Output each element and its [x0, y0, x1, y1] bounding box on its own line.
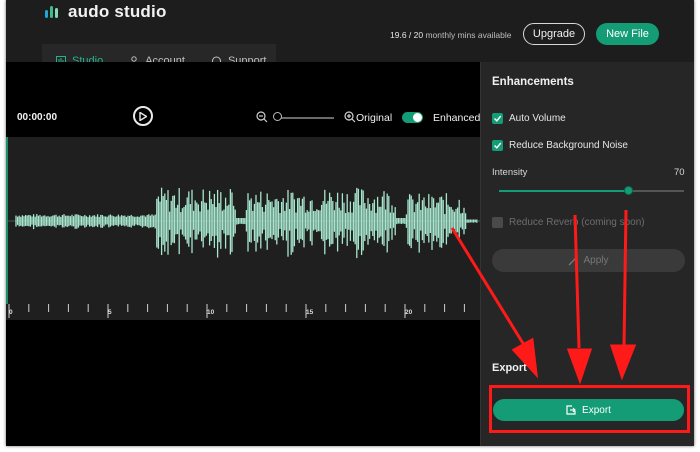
usage-indicator: 19.6 / 20 monthly mins available	[390, 30, 511, 40]
logo-bars-icon	[45, 6, 58, 18]
app-window: audo studio 19.6 / 20 monthly mins avail…	[6, 0, 694, 446]
transport-bar: 00:00:00 Original Enhanced	[6, 62, 480, 137]
tick-label: 15	[306, 309, 314, 316]
check-icon	[494, 142, 502, 149]
reduce-reverb-label: Reduce Reverb (coming soon)	[509, 217, 645, 228]
tick-label: 20	[405, 309, 413, 316]
magic-wand-icon	[569, 256, 578, 265]
usage-value: 19.6 / 20	[390, 30, 424, 40]
new-file-button[interactable]: New File	[596, 23, 659, 45]
auto-volume-label: Auto Volume	[509, 113, 566, 124]
intensity-slider-handle[interactable]	[623, 186, 633, 195]
auto-volume-checkbox[interactable]	[492, 113, 503, 124]
apply-button: Apply	[492, 249, 685, 272]
playhead-cursor[interactable]	[6, 137, 8, 304]
tick-label: 5	[108, 309, 112, 316]
usage-text: monthly mins available	[425, 30, 512, 40]
intensity-slider-fill	[499, 190, 629, 192]
apply-label: Apply	[583, 255, 609, 266]
play-button[interactable]	[133, 106, 153, 126]
original-label[interactable]: Original	[356, 112, 392, 124]
export-title: Export	[492, 362, 527, 374]
waveform-panel[interactable]	[6, 137, 480, 304]
zoom-slider-handle[interactable]	[273, 112, 282, 121]
enhancements-title: Enhancements	[492, 76, 574, 88]
upgrade-button[interactable]: Upgrade	[523, 23, 585, 45]
editor-area: 00:00:00 Original Enhanced 0 5 10 15 20	[6, 62, 480, 446]
app-logo[interactable]: audo studio	[44, 2, 167, 22]
zoom-out-icon[interactable]	[256, 111, 268, 123]
reduce-noise-label: Reduce Background Noise	[509, 140, 628, 151]
annotation-highlight-box	[489, 385, 690, 433]
intensity-value: 70	[674, 167, 685, 178]
reduce-reverb-checkbox	[492, 217, 503, 228]
intensity-label: Intensity	[492, 167, 528, 178]
waveform	[6, 187, 480, 259]
enhanced-toggle[interactable]	[402, 112, 423, 123]
reduce-noise-checkbox[interactable]	[492, 140, 503, 151]
zoom-slider-track[interactable]	[276, 117, 334, 119]
intensity-slider[interactable]	[499, 186, 684, 195]
tick-label: 10	[207, 309, 215, 316]
play-icon	[139, 111, 147, 121]
tick-label: 0	[9, 309, 13, 316]
app-name: audo studio	[68, 2, 167, 21]
zoom-in-icon[interactable]	[344, 111, 356, 123]
enhanced-label: Enhanced	[433, 112, 481, 124]
playback-time: 00:00:00	[17, 112, 58, 123]
check-icon	[494, 115, 502, 122]
timeline-ruler: 0 5 10 15 20	[6, 304, 480, 320]
